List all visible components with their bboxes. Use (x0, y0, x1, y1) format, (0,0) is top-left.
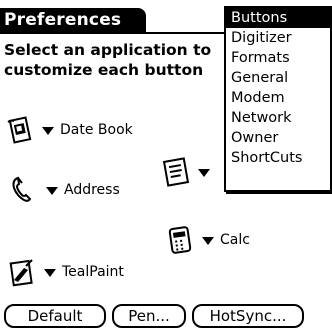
todo-icon (162, 156, 190, 188)
app-button-row-address[interactable]: Address (10, 174, 120, 206)
app-button-row-tealpaint[interactable]: TealPaint (8, 256, 124, 288)
popup-item-general[interactable]: General (226, 68, 330, 88)
app-label-address: Address (64, 182, 120, 198)
popup-item-buttons[interactable]: Buttons (226, 8, 330, 28)
default-button[interactable]: Default (4, 304, 106, 328)
preferences-panel-popup-list[interactable]: Buttons Digitizer Formats General Modem … (224, 6, 332, 192)
page-title: Preferences (0, 8, 146, 32)
hotsync-button[interactable]: HotSync... (192, 304, 304, 328)
app-label-datebook: Date Book (60, 122, 133, 138)
chevron-down-icon[interactable] (46, 187, 58, 195)
chevron-down-icon[interactable] (44, 269, 56, 277)
popup-item-network[interactable]: Network (226, 108, 330, 128)
popup-item-owner[interactable]: Owner (226, 128, 330, 148)
tealpaint-icon (8, 256, 36, 288)
chevron-down-icon[interactable] (42, 127, 54, 135)
instructions-text: Select an application to customize each … (4, 41, 212, 79)
popup-item-formats[interactable]: Formats (226, 48, 330, 68)
app-button-row-todo[interactable] (162, 156, 216, 188)
app-button-row-calc[interactable]: Calc (166, 224, 250, 256)
app-label-tealpaint: TealPaint (62, 264, 124, 280)
popup-item-shortcuts[interactable]: ShortCuts (226, 148, 330, 168)
app-label-calc: Calc (220, 232, 250, 248)
address-icon (10, 174, 38, 206)
calc-icon (166, 224, 194, 256)
popup-item-modem[interactable]: Modem (226, 88, 330, 108)
chevron-down-icon[interactable] (202, 237, 214, 245)
app-button-row-datebook[interactable]: Date Book (6, 114, 133, 146)
chevron-down-icon[interactable] (198, 169, 210, 177)
pen-button[interactable]: Pen... (112, 304, 186, 328)
datebook-icon (6, 114, 34, 146)
popup-item-digitizer[interactable]: Digitizer (226, 28, 330, 48)
